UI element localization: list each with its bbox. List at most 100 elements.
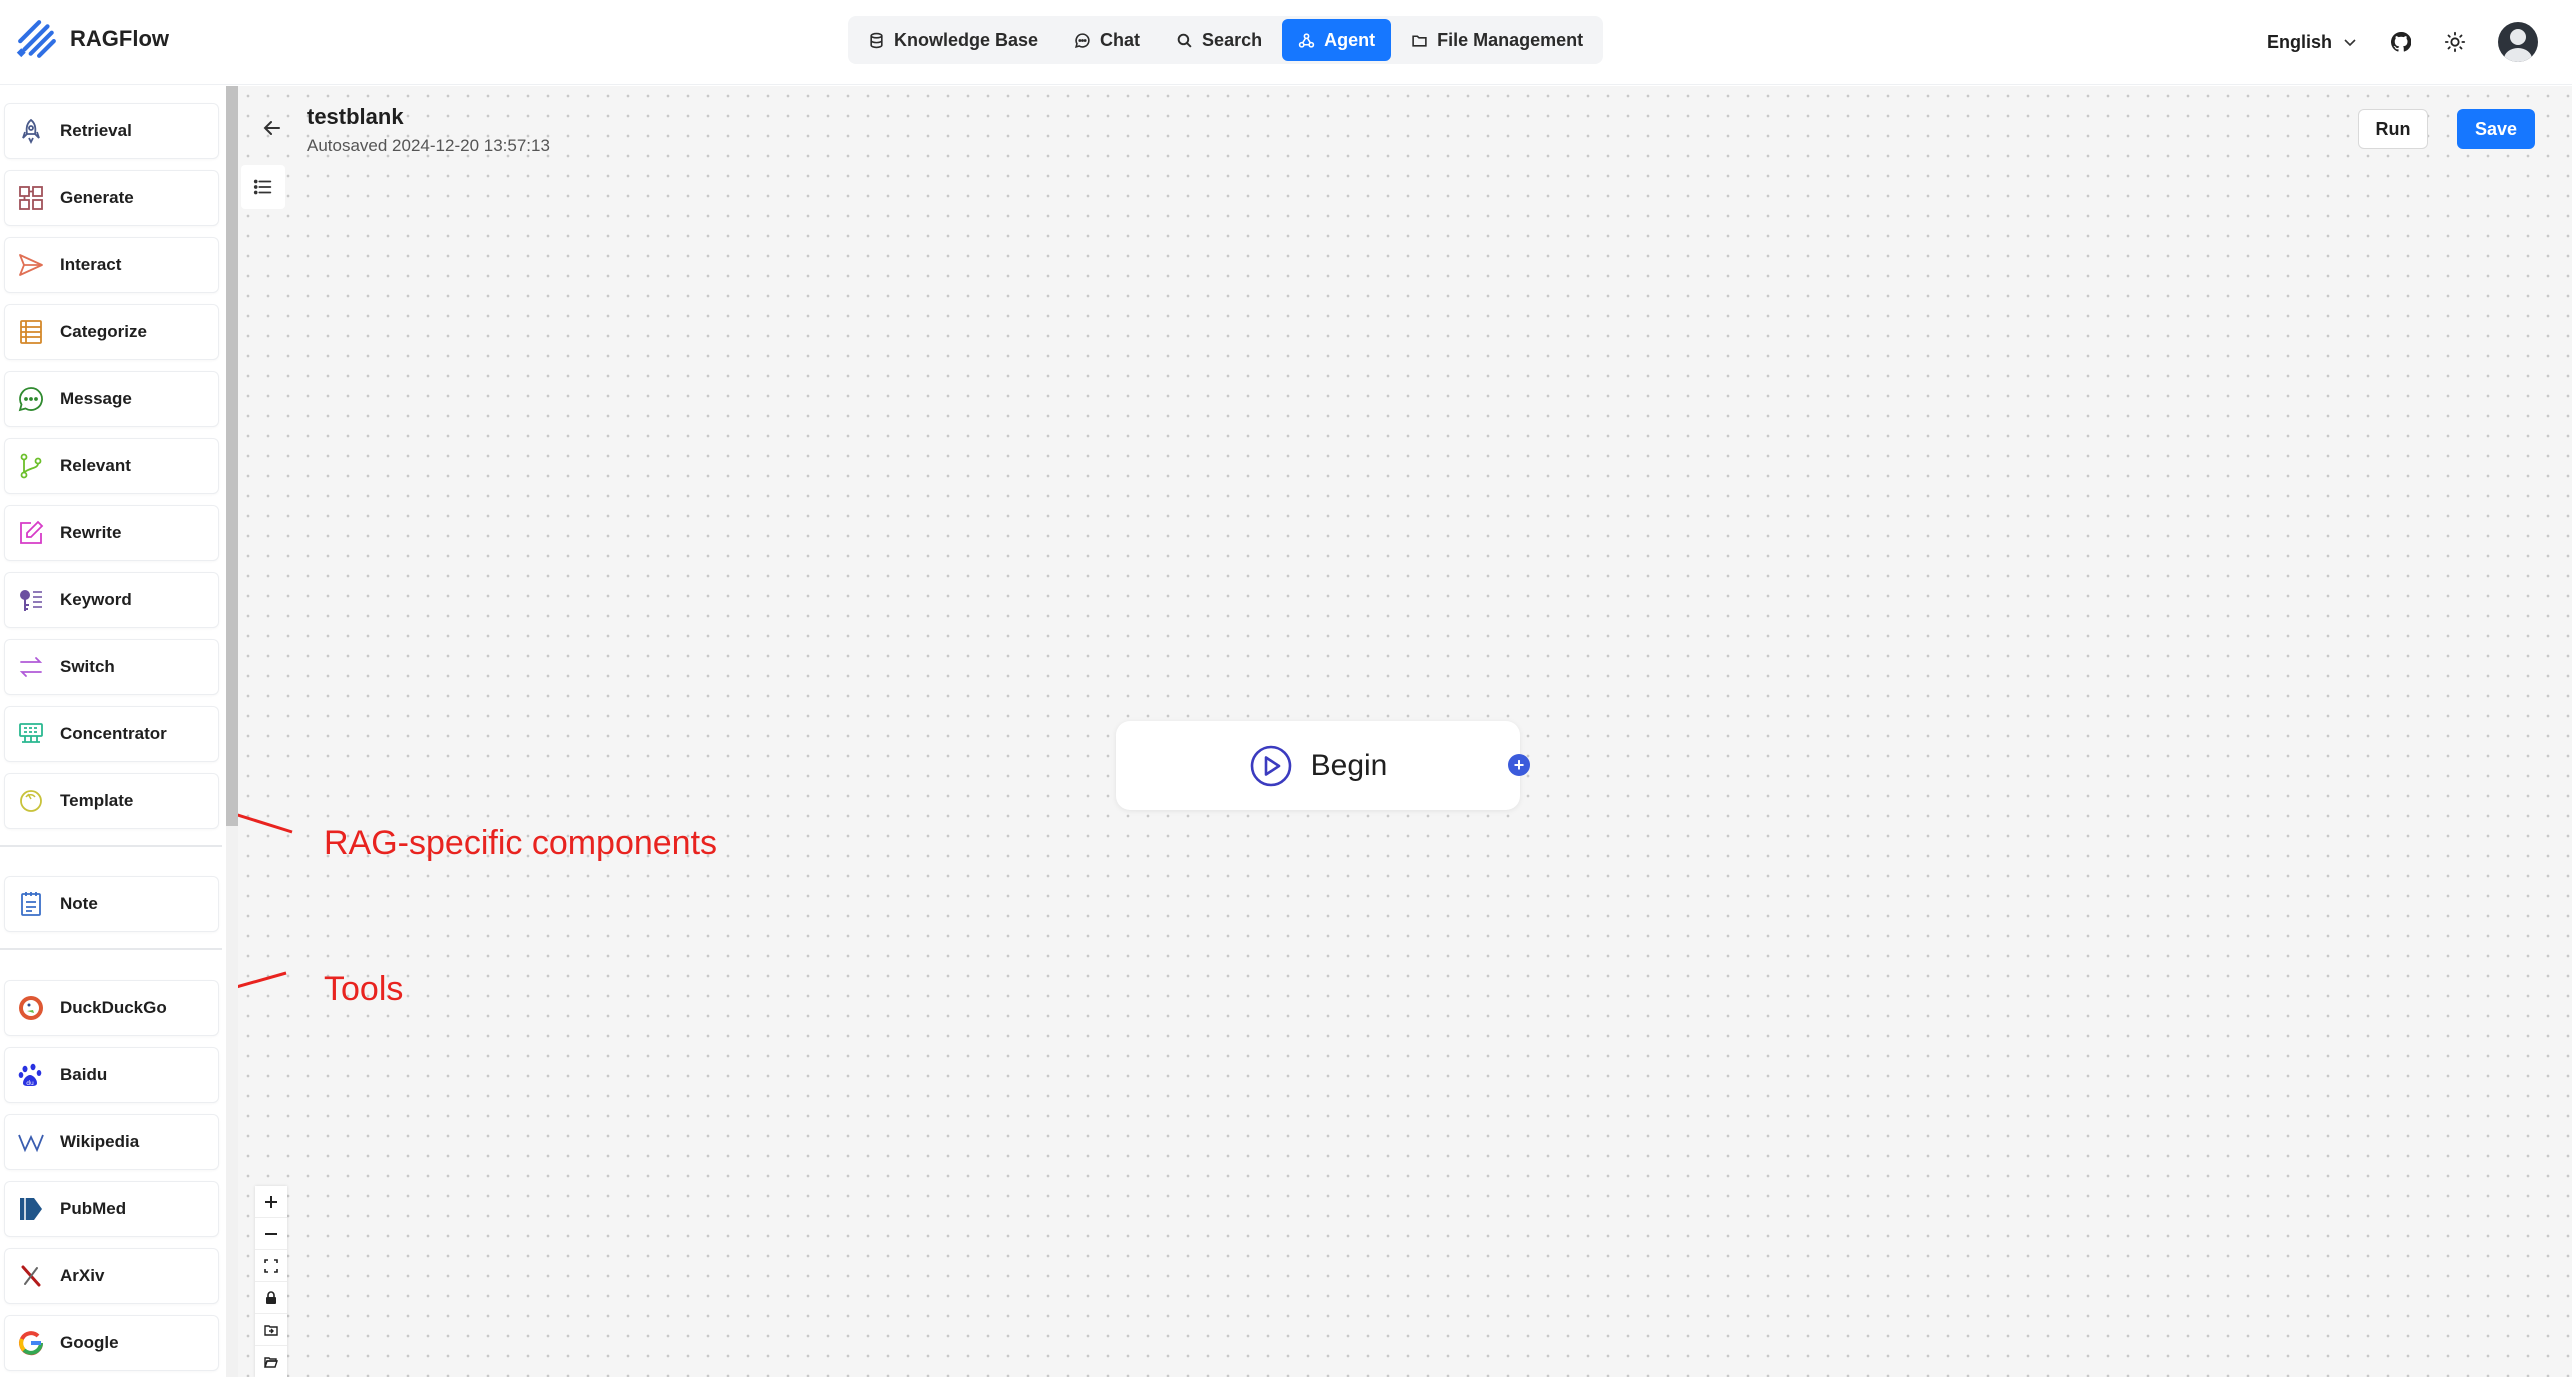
sidebar-item-label: Interact <box>60 255 122 274</box>
nav-file-management[interactable]: File Management <box>1395 19 1599 61</box>
import-icon <box>264 1324 278 1336</box>
nav-label: Agent <box>1324 29 1376 50</box>
nav-chat[interactable]: Chat <box>1058 19 1156 61</box>
edit-icon <box>16 518 46 548</box>
import-button[interactable] <box>255 1314 287 1346</box>
sidebar-item-label: DuckDuckGo <box>60 998 167 1017</box>
language-label: English <box>2266 31 2332 52</box>
sidebar-item-label: Template <box>60 791 134 810</box>
run-button[interactable]: Run <box>2358 109 2428 149</box>
sidebar-item-label: Wikipedia <box>60 1132 140 1151</box>
flow-list-button[interactable] <box>241 165 285 209</box>
sidebar-item-label: Switch <box>60 657 115 676</box>
flow-title: testblank <box>307 104 404 129</box>
sidebar-item-label: Rewrite <box>60 523 122 542</box>
sidebar-item-message[interactable]: Message <box>4 371 219 427</box>
minus-icon <box>265 1232 277 1235</box>
language-select[interactable]: English <box>2267 32 2358 53</box>
sidebar-item-label: Concentrator <box>60 724 167 743</box>
branch-icon <box>16 451 46 481</box>
database-icon <box>870 32 883 48</box>
nav-agent[interactable]: Agent <box>1282 19 1392 61</box>
sidebar-item-concentrator[interactable]: Concentrator <box>4 706 219 762</box>
google-icon <box>16 1328 46 1358</box>
begin-node[interactable]: Begin <box>1116 721 1520 810</box>
nav-label: Search <box>1202 29 1263 50</box>
sidebar-item-duckduckgo[interactable]: DuckDuckGo <box>4 980 219 1036</box>
autosave-status: Autosaved 2024-12-20 13:57:13 <box>307 136 550 155</box>
baidu-paw-icon: du <box>16 1060 46 1090</box>
begin-node-label: Begin <box>1310 748 1388 782</box>
lock-button[interactable] <box>255 1282 287 1314</box>
ragflow-logo-icon <box>16 20 56 58</box>
theme-toggle-sun-icon[interactable] <box>2444 31 2466 53</box>
sidebar-item-pubmed[interactable]: PubMed <box>4 1181 219 1237</box>
nav-knowledge-base[interactable]: Knowledge Base <box>852 19 1054 61</box>
zoom-in-button[interactable] <box>255 1186 287 1218</box>
main-nav: Knowledge Base Chat Search Agent File Ma… <box>848 16 1604 64</box>
categorize-list-icon <box>16 317 46 347</box>
generate-icon <box>16 183 46 213</box>
sidebar-item-label: ArXiv <box>60 1266 105 1285</box>
fit-view-button[interactable] <box>255 1250 287 1282</box>
plus-icon <box>265 1195 277 1208</box>
annotation-rag: RAG-specific components <box>324 824 718 862</box>
sidebar-item-label: Keyword <box>60 590 132 609</box>
sidebar-item-baidu[interactable]: du Baidu <box>4 1047 219 1103</box>
sidebar-item-label: Relevant <box>60 456 131 475</box>
lock-icon <box>266 1290 276 1304</box>
node-connect-handle[interactable]: + <box>1508 754 1530 776</box>
sidebar-item-label: Baidu <box>60 1065 108 1084</box>
duckduckgo-icon <box>16 993 46 1023</box>
sidebar-item-label: Google <box>60 1333 119 1352</box>
list-icon <box>253 179 272 195</box>
fit-view-icon <box>264 1258 278 1273</box>
app-root: RAGFlow Knowledge Base Chat Search Agent <box>0 0 2572 1377</box>
component-sidebar: Retrieval Generate Interact Categorize M… <box>0 86 238 1377</box>
folder-open-icon <box>264 1356 278 1368</box>
sidebar-item-wikipedia[interactable]: Wikipedia <box>4 1114 219 1170</box>
nav-label: Chat <box>1100 29 1141 50</box>
sidebar-item-label: Generate <box>60 188 134 207</box>
wikipedia-icon <box>16 1127 46 1157</box>
sidebar-item-label: Note <box>60 894 98 913</box>
folder-icon <box>1412 34 1427 47</box>
sidebar-item-switch[interactable]: Switch <box>4 639 219 695</box>
sidebar-item-rewrite[interactable]: Rewrite <box>4 505 219 561</box>
sidebar-item-label: PubMed <box>60 1199 127 1218</box>
user-avatar[interactable] <box>2498 22 2538 62</box>
sidebar-divider <box>0 948 222 950</box>
sidebar-item-interact[interactable]: Interact <box>4 237 219 293</box>
logo[interactable]: RAGFlow <box>16 18 169 60</box>
sidebar-item-template[interactable]: Template <box>4 773 219 829</box>
sidebar-item-note[interactable]: Note <box>4 876 219 932</box>
header-actions: English <box>2267 22 2538 62</box>
app-name: RAGFlow <box>70 26 169 51</box>
sidebar-item-label: Retrieval <box>60 121 132 140</box>
nav-label: File Management <box>1437 29 1584 50</box>
sidebar-scrollbar[interactable] <box>226 86 238 826</box>
agent-icon <box>1298 32 1315 48</box>
sidebar-item-categorize[interactable]: Categorize <box>4 304 219 360</box>
zoom-out-button[interactable] <box>255 1218 287 1250</box>
nav-label: Knowledge Base <box>894 29 1039 50</box>
back-arrow-icon[interactable] <box>260 116 284 140</box>
sidebar-item-arxiv[interactable]: ArXiv <box>4 1248 219 1304</box>
save-button[interactable]: Save <box>2457 109 2535 149</box>
switch-icon <box>16 652 46 682</box>
sidebar-item-generate[interactable]: Generate <box>4 170 219 226</box>
pubmed-icon <box>16 1194 46 1224</box>
export-button[interactable] <box>255 1346 287 1377</box>
sidebar-item-keyword[interactable]: Keyword <box>4 572 219 628</box>
nav-search[interactable]: Search <box>1160 19 1278 61</box>
sidebar-item-relevant[interactable]: Relevant <box>4 438 219 494</box>
sidebar-divider <box>0 845 222 847</box>
chevron-down-icon <box>2344 39 2356 47</box>
sidebar-item-google[interactable]: Google <box>4 1315 219 1371</box>
concentrator-icon <box>16 719 46 749</box>
rocket-icon <box>16 116 46 146</box>
sidebar-item-retrieval[interactable]: Retrieval <box>4 103 219 159</box>
sidebar-item-label: Categorize <box>60 322 147 341</box>
github-icon[interactable] <box>2390 31 2412 53</box>
note-icon <box>16 889 46 919</box>
